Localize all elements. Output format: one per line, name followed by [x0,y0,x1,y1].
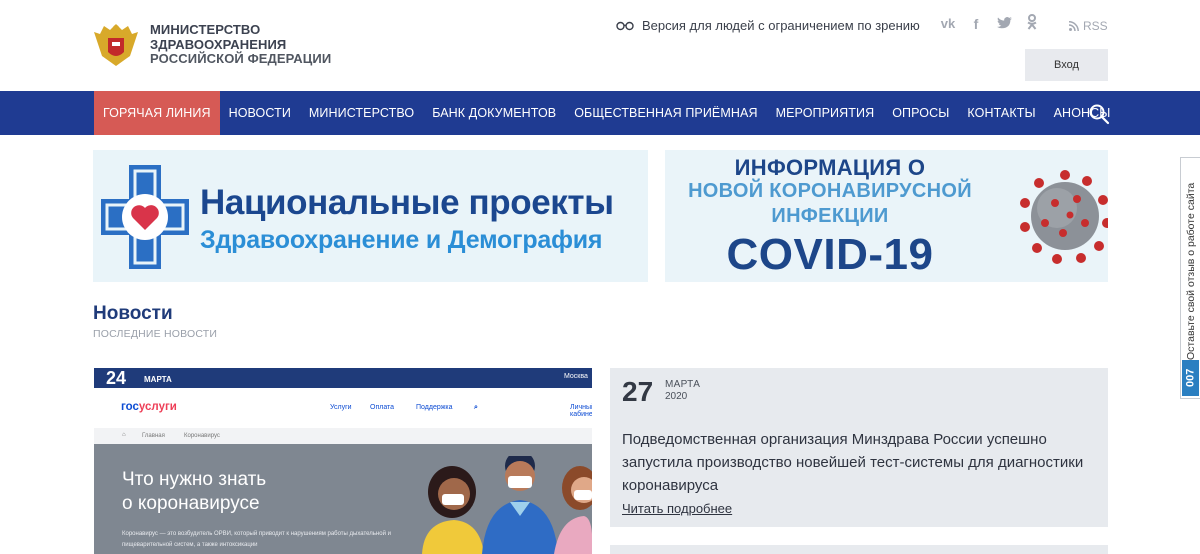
gosuslugi-logo: госуслуги [121,401,177,413]
screenshot-link-support: Поддержка [416,404,453,411]
covid-banner-title: COVID-19 [726,230,934,279]
screenshot-search-icon: ⌕ [474,404,478,411]
org-name-line2: ЗДРАВООХРАНЕНИЯ [150,36,287,52]
nav-item-contacts[interactable]: КОНТАКТЫ [958,91,1044,135]
screenshot-nav-bar: госуслуги Услуги Оплата Поддержка ⌕ Личн… [94,388,592,428]
news-card-next[interactable] [610,545,1108,554]
org-name-line1: МИНИСТЕРСТВО [150,22,261,37]
rss-label: RSS [1083,19,1108,33]
coat-of-arms-logo[interactable] [92,20,140,70]
screenshot-breadcrumb: ⌂ Главная Коронавирус [94,428,592,444]
org-name[interactable]: МИНИСТЕРСТВО ЗДРАВООХРАНЕНИЯ РОССИЙСКОЙ … [150,22,332,67]
national-projects-title: Национальные проекты [200,183,614,222]
read-more-link[interactable]: Читать подробнее [622,501,732,516]
org-name-line3: РОССИЙСКОЙ ФЕДЕРАЦИИ [150,51,332,66]
news-card-day: 27 [622,376,654,407]
news-section-title[interactable]: Новости [93,303,173,325]
covid-info-banner[interactable]: ИНФОРМАЦИЯ О НОВОЙ КОРОНАВИРУСНОЙ ИНФЕКЦ… [665,150,1108,282]
main-nav: ГОРЯЧАЯ ЛИНИЯ НОВОСТИ МИНИСТЕРСТВО БАНК … [0,91,1200,135]
news-card-year: 2020 [665,391,688,402]
screenshot-heading: Что нужно знать о коронавирусе [122,469,267,514]
news-card-text[interactable]: Подведомственная организация Минздрава Р… [622,428,1102,497]
screenshot-link-payment: Оплата [370,404,395,411]
search-icon[interactable] [1088,103,1110,125]
screenshot-city: Москва [564,373,588,380]
covid-banner-line1: ИНФОРМАЦИЯ О [734,155,926,180]
screenshot-link-services: Услуги [330,404,352,411]
nav-items: ГОРЯЧАЯ ЛИНИЯ НОВОСТИ МИНИСТЕРСТВО БАНК … [94,91,1119,135]
screenshot-hero: Что нужно знать о коронавирусе Коронавир… [94,444,592,554]
nav-item-polls[interactable]: ОПРОСЫ [883,91,958,135]
news-image-gosuslugi[interactable]: 24 МАРТА Москва госуслуги Услуги Оплата … [94,368,592,554]
odnoklassniki-icon[interactable] [1024,14,1040,33]
news-section-subtitle: ПОСЛЕДНИЕ НОВОСТИ [93,328,218,340]
covid-banner-line3: ИНФЕКЦИИ [771,205,889,227]
news-card[interactable]: 27 МАРТА 2020 Подведомственная организац… [610,368,1108,527]
screenshot-link-cabinet: Личный кабинет [570,404,592,418]
screenshot-crumb-home: Главная [142,433,165,439]
glasses-icon [616,21,634,30]
nav-item-events[interactable]: МЕРОПРИЯТИЯ [767,91,884,135]
twitter-icon[interactable] [996,16,1012,32]
social-links: vk f [940,14,1040,33]
nav-item-documents[interactable]: БАНК ДОКУМЕНТОВ [423,91,565,135]
nav-item-hotline[interactable]: ГОРЯЧАЯ ЛИНИЯ [94,91,220,135]
feedback-tab[interactable]: Оставьте свой отзыв о работе сайта 007 [1180,157,1200,399]
screenshot-date-day: 24 [106,368,127,388]
national-projects-subtitle: Здравоохранение и Демография [200,226,603,254]
medical-cross-heart-icon [101,165,189,269]
rss-link[interactable]: RSS [1069,19,1108,33]
screenshot-top-bar: 24 МАРТА Москва [94,368,592,388]
screenshot-date-month: МАРТА [144,375,172,384]
news-card-month: МАРТА [665,379,701,390]
covid-banner-line2: НОВОЙ КОРОНАВИРУСНОЙ [688,180,972,202]
feedback-label: Оставьте свой отзыв о работе сайта [1185,182,1197,360]
facebook-icon[interactable]: f [968,16,984,32]
nav-item-ministry[interactable]: МИНИСТЕРСТВО [300,91,423,135]
low-vision-label: Версия для людей с ограничением по зрени… [642,18,920,33]
coronavirus-icon [1020,170,1108,264]
screenshot-crumb-page: Коронавирус [184,433,220,439]
nav-item-public-reception[interactable]: ОБЩЕСТВЕННАЯ ПРИЁМНАЯ [565,91,766,135]
national-projects-banner[interactable]: Национальные проекты Здравоохранение и Д… [93,150,648,282]
nav-item-news[interactable]: НОВОСТИ [220,91,300,135]
vk-icon[interactable]: vk [940,16,956,31]
low-vision-link[interactable]: Версия для людей с ограничением по зрени… [616,18,920,33]
site-header: МИНИСТЕРСТВО ЗДРАВООХРАНЕНИЯ РОССИЙСКОЙ … [0,0,1200,91]
login-button[interactable]: Вход [1025,49,1108,81]
screenshot-home-icon: ⌂ [122,432,126,438]
screenshot-body-text: Коронавирус — это возбудитель ОРВИ, кото… [122,531,391,548]
rss-icon [1069,21,1079,31]
feedback-badge: 007 [1182,360,1199,396]
people-in-masks-illustration [422,456,592,554]
